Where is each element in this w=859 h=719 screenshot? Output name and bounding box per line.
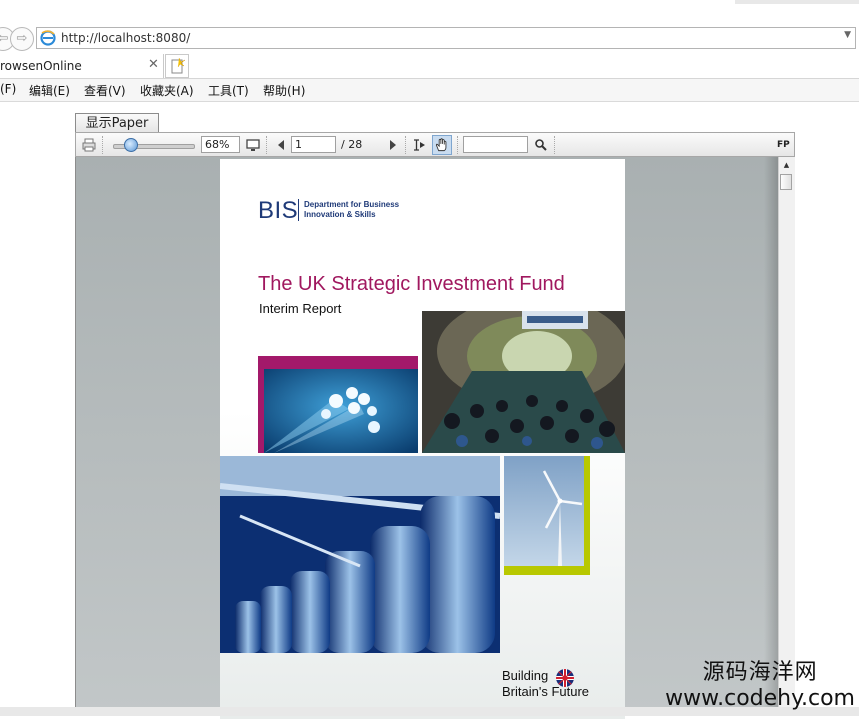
menu-help[interactable]: 帮助(H) — [263, 82, 305, 99]
bis-department: Department for Business Innovation & Ski… — [304, 200, 399, 220]
steel-tanks-photo — [220, 456, 500, 653]
document-canvas[interactable]: BIS Department for Business Innovation &… — [75, 157, 795, 719]
vertical-scrollbar[interactable]: ▲ — [778, 157, 795, 716]
menu-file[interactable]: (F) — [0, 82, 16, 96]
search-input[interactable] — [463, 136, 528, 153]
toolbar-separator — [457, 136, 460, 154]
page-number-field[interactable]: 1 — [291, 136, 336, 153]
viewer-tab[interactable]: 显示Paper — [75, 113, 159, 133]
document-title: The UK Strategic Investment Fund — [258, 273, 565, 295]
site-watermark: 源码海洋网 www.codehy.com — [665, 660, 855, 712]
print-icon[interactable] — [81, 137, 97, 153]
bis-logo-divider — [298, 199, 299, 221]
fit-page-icon[interactable] — [245, 137, 261, 153]
hand-tool-icon[interactable] — [432, 135, 452, 155]
dept-line-1: Department for Business — [304, 200, 400, 209]
document-page: BIS Department for Business Innovation &… — [220, 159, 625, 719]
bis-logo-text: BIS — [258, 197, 299, 224]
window-shadow — [735, 0, 859, 4]
address-url[interactable]: http://localhost:8080/ — [61, 31, 190, 45]
scrollbar-thumb[interactable] — [780, 174, 792, 190]
menu-tools[interactable]: 工具(T) — [208, 82, 249, 99]
tab-close-icon[interactable]: ✕ — [148, 57, 159, 72]
menu-favorites[interactable]: 收藏夹(A) — [140, 82, 194, 99]
menu-bar: (F) 编辑(E) 查看(V) 收藏夹(A) 工具(T) 帮助(H) — [0, 79, 859, 102]
menu-edit[interactable]: 编辑(E) — [29, 82, 70, 99]
union-flag-icon — [556, 669, 574, 687]
toolbar-separator — [266, 136, 269, 154]
menu-view[interactable]: 查看(V) — [84, 82, 126, 99]
new-tab-icon — [171, 57, 186, 74]
previous-page-icon[interactable] — [273, 137, 289, 153]
search-icon[interactable] — [533, 137, 549, 153]
canvas-shadow — [764, 157, 778, 716]
dept-line-2: Innovation & Skills — [304, 210, 376, 219]
page-total: / 28 — [341, 138, 363, 151]
flexpaper-viewer: 显示Paper 68% 1 / 28 FP BIS Department for… — [75, 113, 795, 719]
toolbar-separator — [102, 136, 105, 154]
scroll-up-icon[interactable]: ▲ — [781, 160, 792, 170]
footer-line-2: Britain's Future — [502, 684, 590, 699]
flexpaper-logo[interactable]: FP — [777, 140, 790, 150]
next-page-icon[interactable] — [385, 137, 401, 153]
viewer-toolbar: 68% 1 / 28 FP — [75, 132, 795, 157]
navigation-bar: ⇦ ⇨ http://localhost:8080/ ▼ — [0, 26, 859, 52]
text-select-icon[interactable] — [411, 137, 427, 153]
fibre-optics-photo — [264, 369, 418, 453]
document-subtitle: Interim Report — [259, 301, 342, 316]
tab-bar: rowsenOnline ✕ — [0, 52, 859, 79]
tunnel-event-photo — [422, 311, 625, 453]
ie-icon — [40, 30, 56, 46]
address-dropdown-icon[interactable]: ▼ — [844, 30, 851, 40]
building-britains-future: Building Britain's Future — [502, 668, 589, 700]
toolbar-separator — [554, 136, 557, 154]
wind-turbine-photo — [504, 456, 584, 566]
forward-button[interactable]: ⇨ — [10, 27, 34, 51]
toolbar-separator — [405, 136, 408, 154]
zoom-slider-knob[interactable] — [124, 138, 138, 152]
zoom-field[interactable]: 68% — [201, 136, 240, 153]
window-top — [0, 0, 859, 26]
watermark-line-1: 源码海洋网 — [702, 660, 818, 685]
footer-line-1: Building — [502, 668, 549, 683]
watermark-line-2: www.codehy.com — [665, 686, 855, 711]
tab-title[interactable]: rowsenOnline — [0, 59, 82, 73]
browser-tab[interactable]: rowsenOnline ✕ — [0, 54, 164, 78]
address-bar[interactable]: http://localhost:8080/ ▼ — [36, 27, 856, 49]
new-tab-button[interactable] — [165, 54, 189, 78]
